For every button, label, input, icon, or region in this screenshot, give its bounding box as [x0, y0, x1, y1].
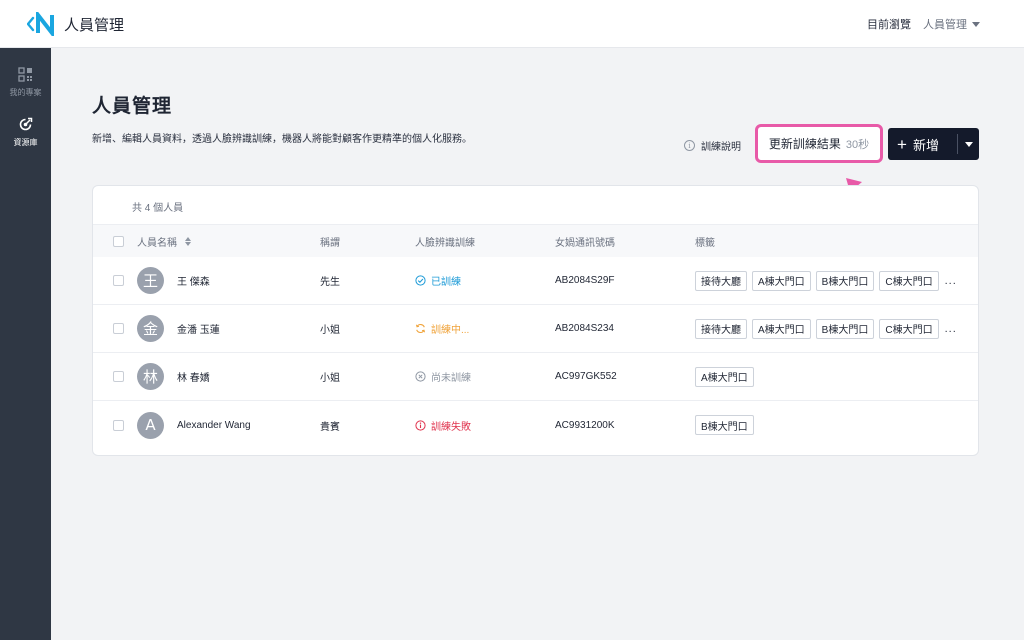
person-name: 金潘 玉蓮	[177, 325, 220, 336]
tag[interactable]: B棟大門口	[695, 415, 754, 435]
tag[interactable]: C棟大門口	[879, 270, 939, 291]
person-name: 林 春嬌	[177, 373, 210, 384]
header-name-label: 人員名稱	[137, 237, 177, 249]
person-name: Alexander Wang	[177, 419, 251, 431]
serial-number: AC9931200K	[555, 419, 615, 431]
row-checkbox[interactable]	[113, 275, 124, 286]
checkbox[interactable]	[113, 235, 124, 247]
header-face-training: 人臉辨識訓練	[415, 237, 475, 249]
select-all-checkbox[interactable]	[113, 225, 124, 257]
tags: 接待大廳 A棟大門口 B棟大門口 C棟大門口 ...	[695, 305, 957, 352]
more-tags[interactable]: ...	[945, 275, 957, 287]
add-split-button: + 新增	[888, 128, 979, 160]
tag[interactable]: B棟大門口	[815, 318, 875, 339]
grid-icon	[18, 67, 32, 82]
tags: A棟大門口	[695, 353, 759, 400]
avatar: 王	[137, 267, 164, 294]
training-status: 尚未訓練	[415, 353, 471, 400]
row-checkbox[interactable]	[113, 371, 124, 382]
sidebar-item-label: 資源庫	[13, 138, 38, 147]
add-dropdown-toggle[interactable]	[958, 128, 979, 160]
training-help-link[interactable]: i 訓練說明	[684, 138, 741, 153]
chevron-down-icon	[972, 21, 980, 27]
page-description: 新增、編輯人員資料，透過人臉辨識訓練，機器人將能對顧客作更精準的個人化服務。	[92, 134, 472, 145]
top-right-nav: 目前瀏覽 人員管理	[867, 16, 980, 32]
x-circle-icon	[415, 371, 426, 382]
header-title: 稱謂	[320, 237, 340, 249]
training-status-label: 訓練中...	[431, 325, 470, 336]
refresh-icon	[416, 323, 425, 334]
sidebar-item-projects[interactable]: 我的專案	[0, 56, 51, 106]
tag[interactable]: A棟大門口	[752, 270, 811, 291]
avatar: 金	[137, 315, 164, 342]
person-title: 先生	[320, 277, 340, 288]
training-status: 已訓練	[415, 257, 461, 304]
refresh-training-label: 更新訓練結果	[768, 137, 841, 151]
tag[interactable]: C棟大門口	[879, 318, 939, 339]
tag[interactable]: 接待大廳	[695, 270, 747, 291]
people-count: 共 4 個人員	[132, 203, 184, 214]
sidebar-item-label: 我的專案	[9, 88, 42, 97]
table-row[interactable]: 王 王 傑森 先生 已訓練 AB2084S29F 接待大廳 A棟大門口 B棟大門…	[93, 257, 978, 305]
training-help-label: 訓練說明	[701, 142, 741, 153]
sidebar-item-resources[interactable]: 資源庫	[0, 106, 51, 156]
training-status-label: 尚未訓練	[431, 373, 471, 384]
sidebar: 我的專案 資源庫	[0, 48, 51, 640]
person-name: 王 傑森	[177, 277, 210, 288]
table-row[interactable]: 林 林 春嬌 小姐 尚未訓練 AC997GK552 A棟大門口	[93, 353, 978, 401]
resource-icon	[19, 117, 33, 131]
top-bar: 人員管理 目前瀏覽 人員管理	[0, 0, 1024, 48]
chevron-down-icon	[964, 141, 973, 147]
tag[interactable]: A棟大門口	[752, 318, 811, 339]
tag[interactable]: A棟大門口	[695, 366, 754, 387]
brand-logo-icon[interactable]	[27, 12, 57, 36]
alert-circle-icon	[415, 419, 426, 431]
sort-icon[interactable]	[185, 236, 191, 246]
info-icon: i	[684, 140, 695, 151]
row-checkbox[interactable]	[113, 323, 124, 334]
table-row[interactable]: 金 金潘 玉蓮 小姐 訓練中... AB2084S234 接待大廳 A棟大門口 …	[93, 305, 978, 353]
serial-number: AB2084S29F	[555, 275, 615, 286]
table-row[interactable]: A Alexander Wang 貴賓 訓練失敗 AC9931200K B棟大門…	[93, 401, 978, 449]
more-tags[interactable]: ...	[945, 323, 957, 335]
person-title: 貴賓	[320, 421, 340, 433]
app-title: 人員管理	[64, 17, 125, 34]
serial-number: AC997GK552	[555, 371, 617, 382]
avatar: 林	[137, 363, 164, 390]
people-table-card: 共 4 個人員 人員名稱 稱謂 人臉辨識訓練 女媧通訊號碼 標籤 王 王 傑森 …	[92, 185, 979, 456]
add-button[interactable]: + 新增	[888, 128, 957, 160]
check-circle-icon	[415, 275, 426, 286]
refresh-training-button[interactable]: 更新訓練結果 30秒	[755, 124, 883, 163]
training-status: 訓練中...	[415, 305, 469, 352]
training-status: 訓練失敗	[415, 401, 471, 449]
plus-icon: +	[897, 134, 907, 154]
tag[interactable]: 接待大廳	[695, 318, 747, 339]
header-name[interactable]: 人員名稱	[137, 225, 191, 257]
tags: 接待大廳 A棟大門口 B棟大門口 C棟大門口 ...	[695, 257, 957, 304]
tag[interactable]: B棟大門口	[815, 270, 875, 291]
training-status-label: 已訓練	[431, 277, 461, 288]
page-title: 人員管理	[92, 96, 173, 117]
row-checkbox[interactable]	[113, 419, 124, 431]
tags: B棟大門口	[695, 401, 759, 449]
avatar: A	[137, 411, 164, 439]
refresh-countdown: 30秒	[845, 138, 870, 151]
serial-number: AB2084S234	[555, 323, 614, 334]
person-title: 小姐	[320, 325, 340, 336]
table-header: 人員名稱 稱謂 人臉辨識訓練 女媧通訊號碼 標籤	[93, 224, 978, 257]
dept-dropdown-label: 人員管理	[923, 19, 967, 31]
add-button-label: 新增	[912, 137, 939, 153]
header-tags: 標籤	[695, 237, 715, 249]
dept-dropdown[interactable]: 人員管理	[923, 16, 980, 32]
training-status-label: 訓練失敗	[431, 421, 471, 433]
viewing-label: 目前瀏覽	[867, 19, 911, 31]
header-serial: 女媧通訊號碼	[555, 237, 615, 249]
person-title: 小姐	[320, 373, 340, 384]
